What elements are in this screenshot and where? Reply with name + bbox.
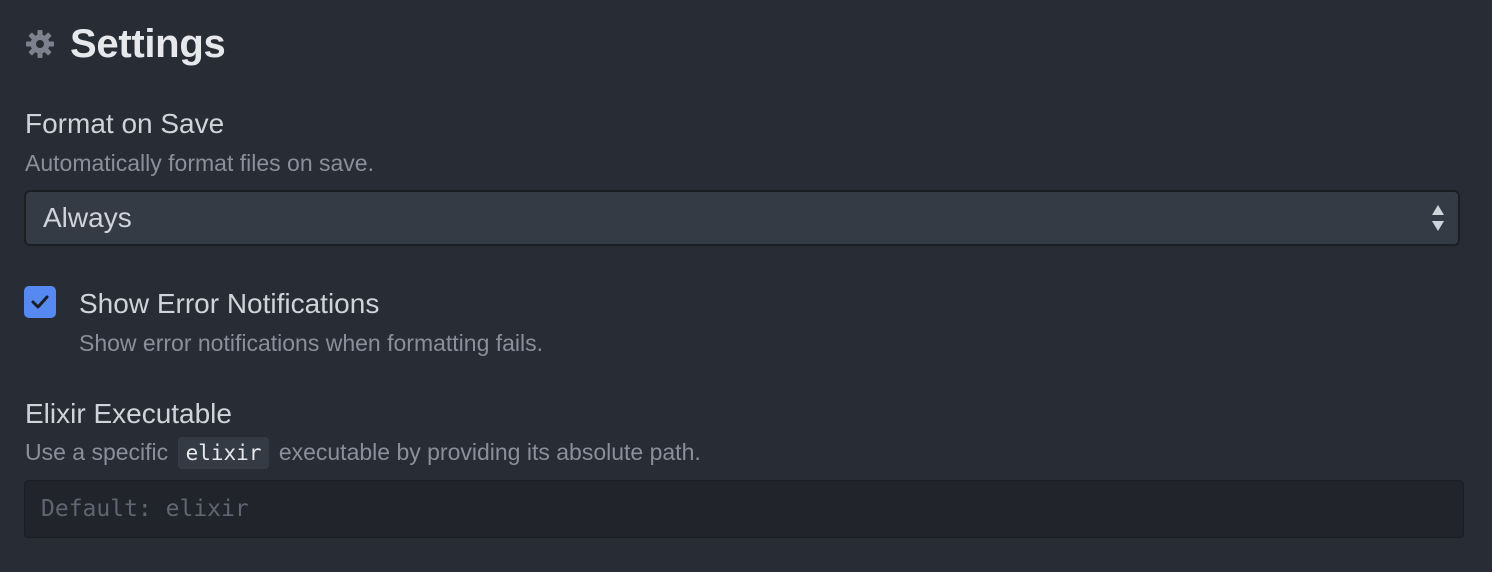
description-prefix: Use a specific <box>25 439 169 465</box>
show-error-notifications-title[interactable]: Show Error Notifications <box>79 288 379 320</box>
format-on-save-select[interactable]: Always <box>24 190 1460 246</box>
elixir-code-token: elixir <box>177 437 270 469</box>
show-error-notifications-description: Show error notifications when formatting… <box>79 330 544 356</box>
checkmark-icon <box>31 295 49 309</box>
description-suffix: executable by providing its absolute pat… <box>278 439 701 465</box>
page-title: Settings <box>70 21 226 66</box>
select-arrows-icon <box>1428 203 1448 233</box>
elixir-executable-description: Use a specific elixir executable by prov… <box>25 437 701 469</box>
show-error-notifications-checkbox[interactable] <box>24 286 56 318</box>
elixir-executable-title: Elixir Executable <box>25 398 232 429</box>
gear-icon <box>24 28 56 60</box>
elixir-executable-input[interactable] <box>24 480 1464 538</box>
settings-header: Settings <box>24 18 226 70</box>
format-on-save-selected-value: Always <box>43 202 132 233</box>
format-on-save-title: Format on Save <box>25 108 225 139</box>
format-on-save-description: Automatically format files on save. <box>25 150 374 176</box>
